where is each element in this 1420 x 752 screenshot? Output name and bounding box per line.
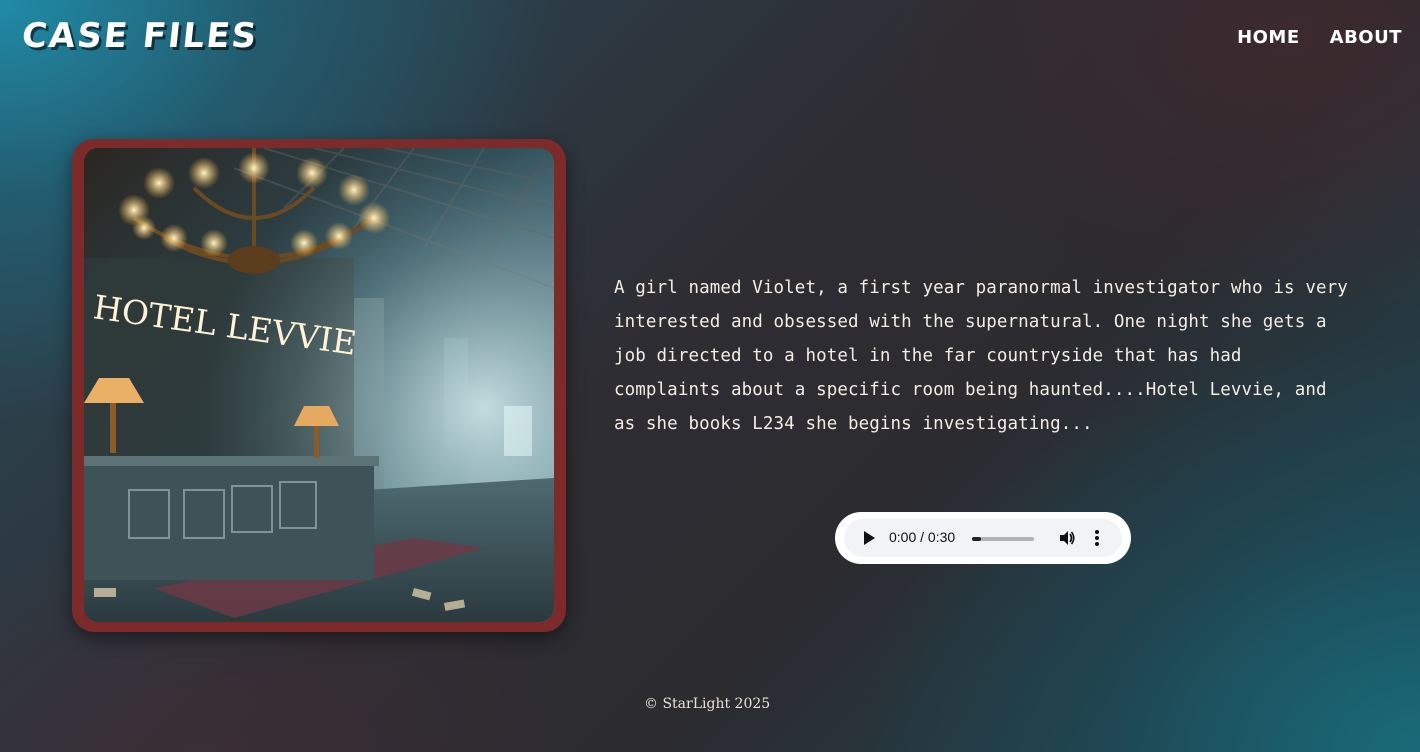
volume-icon[interactable]	[1058, 529, 1076, 551]
audio-player[interactable]: 0:00 / 0:30	[835, 512, 1131, 564]
more-vertical-icon[interactable]	[1094, 529, 1100, 551]
nav-about-link[interactable]: ABOUT	[1330, 27, 1402, 48]
audio-progress-bar[interactable]	[972, 537, 1034, 541]
footer-copyright: © StarLight 2025	[644, 696, 771, 712]
audio-progress-fill	[972, 537, 982, 541]
audio-controls: 0:00 / 0:30	[844, 519, 1122, 557]
top-nav: HOME ABOUT	[1237, 27, 1402, 48]
hotel-lobby-image: HOTEL LEVVIE	[84, 148, 554, 622]
site-logo[interactable]: CASE FILES	[20, 16, 260, 56]
nav-home-link[interactable]: HOME	[1237, 27, 1300, 48]
play-icon[interactable]	[864, 531, 875, 545]
story-description: A girl named Violet, a first year parano…	[614, 277, 1348, 434]
hotel-image-frame: HOTEL LEVVIE	[72, 139, 566, 632]
audio-time: 0:00 / 0:30	[889, 529, 956, 545]
